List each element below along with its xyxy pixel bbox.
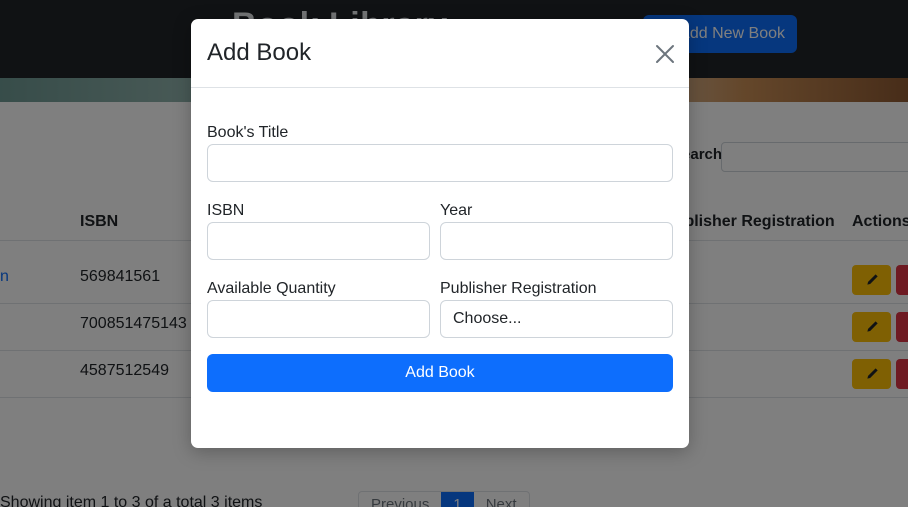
add-book-submit-button[interactable]: Add Book [207, 354, 673, 392]
close-icon [656, 45, 674, 63]
close-button[interactable] [650, 39, 680, 69]
isbn-input[interactable] [207, 222, 430, 260]
available-quantity-label: Available Quantity [207, 280, 336, 297]
publisher-registration-value: Choose... [453, 310, 522, 327]
add-book-modal: Add Book Book's Title ISBN Year Availabl… [191, 19, 689, 448]
modal-title: Add Book [207, 39, 312, 66]
publisher-registration-label: Publisher Registration [440, 280, 597, 297]
book-title-label: Book's Title [207, 124, 289, 141]
modal-header: Add Book [191, 19, 689, 88]
year-label: Year [440, 202, 473, 219]
available-quantity-input[interactable] [207, 300, 430, 338]
publisher-registration-select[interactable]: Choose... [440, 300, 673, 338]
book-title-input[interactable] [207, 144, 673, 182]
year-input[interactable] [440, 222, 673, 260]
isbn-label: ISBN [207, 202, 245, 219]
